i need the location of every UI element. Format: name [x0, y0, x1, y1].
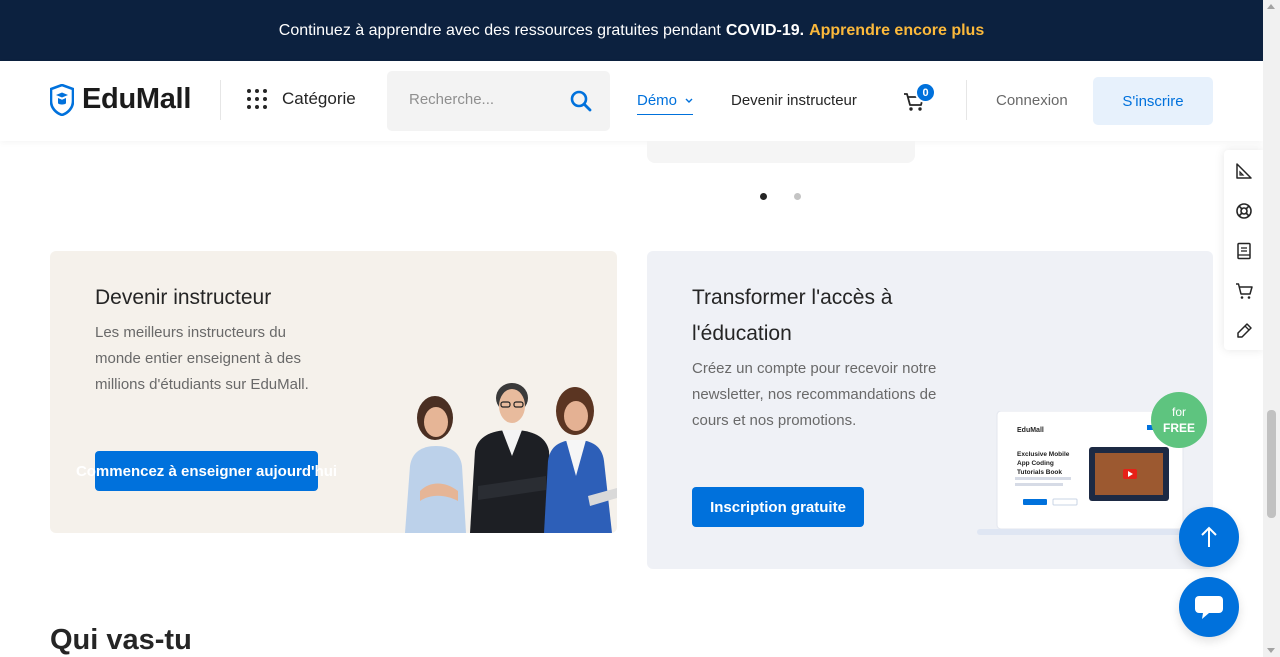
free-signup-button[interactable]: Inscription gratuite — [692, 487, 864, 527]
mockup-heading: Exclusive Mobile App Coding Tutorials Bo… — [1017, 451, 1070, 476]
instructors-illustration — [405, 383, 617, 533]
search-input[interactable] — [409, 91, 559, 108]
search-box — [387, 71, 610, 131]
card-description: Créez un compte pour recevoir notre news… — [692, 360, 937, 429]
nav-demo[interactable]: Démo — [637, 92, 694, 115]
card-title: Devenir instructeur — [95, 286, 272, 309]
nav-demo-underline — [637, 114, 694, 115]
shield-logo-icon — [50, 83, 74, 116]
cart-icon[interactable] — [1235, 282, 1253, 300]
chevron-down-icon — [685, 98, 693, 104]
free-badge: for FREE — [1151, 392, 1207, 448]
grid-dots-icon — [247, 89, 267, 109]
pen-icon[interactable] — [1235, 322, 1253, 340]
scroll-up-arrow-icon[interactable] — [1267, 4, 1275, 9]
scrollbar[interactable] — [1263, 0, 1280, 657]
lifebuoy-icon[interactable] — [1235, 202, 1253, 220]
category-menu[interactable]: Catégorie — [247, 89, 356, 109]
search-icon[interactable] — [570, 90, 592, 112]
announcement-highlight: COVID-19. — [725, 21, 805, 39]
category-label: Catégorie — [282, 89, 356, 108]
logo-text: EduMall — [82, 83, 192, 115]
free-badge-line2: FREE — [1162, 421, 1195, 435]
card-title: Transformer l'accès à l'éducation — [692, 286, 893, 345]
scrollbar-thumb[interactable] — [1267, 410, 1276, 518]
side-toolbar — [1224, 150, 1263, 350]
free-badge-line1: for — [1171, 405, 1186, 419]
cart-count-badge: 0 — [915, 82, 936, 103]
arrow-up-icon — [1201, 526, 1217, 547]
carousel-dot-2[interactable] — [794, 193, 801, 200]
back-to-top-button[interactable] — [1179, 507, 1239, 567]
carousel-slide — [647, 141, 915, 163]
free-signup-card: Transformer l'accès à l'éducation Créez … — [647, 251, 1213, 569]
scroll-down-arrow-icon[interactable] — [1267, 648, 1275, 653]
divider — [966, 80, 967, 120]
card-description: Les meilleurs instructeurs du monde enti… — [95, 324, 309, 393]
carousel-dot-1[interactable] — [760, 193, 767, 200]
ruler-icon[interactable] — [1235, 162, 1253, 180]
site-header: EduMall Catégorie Démo Devenir instructe… — [0, 61, 1263, 141]
chat-icon — [1195, 596, 1223, 619]
announcement-text: Continuez à apprendre avec des ressource… — [278, 21, 721, 39]
announcement-bar: Continuez à apprendre avec des ressource… — [0, 0, 1263, 61]
logo[interactable]: EduMall — [50, 83, 191, 116]
become-instructor-card: Devenir instructeur Les meilleurs instru… — [50, 251, 617, 533]
learn-more-link[interactable]: Apprendre encore plus — [809, 22, 984, 40]
nav-become-instructor[interactable]: Devenir instructeur — [731, 92, 857, 109]
section-title: Qui vas-tu — [50, 624, 192, 656]
start-teaching-button[interactable]: Commencez à enseigner aujourd'hui — [76, 451, 337, 491]
login-link[interactable]: Connexion — [996, 92, 1068, 109]
signup-button[interactable]: S'inscrire — [1093, 77, 1213, 125]
nav-demo-label: Démo — [637, 92, 678, 109]
book-icon[interactable] — [1235, 242, 1253, 260]
divider — [220, 80, 221, 120]
mockup-logo: EduMall — [1017, 427, 1044, 434]
chat-button[interactable] — [1179, 577, 1239, 637]
